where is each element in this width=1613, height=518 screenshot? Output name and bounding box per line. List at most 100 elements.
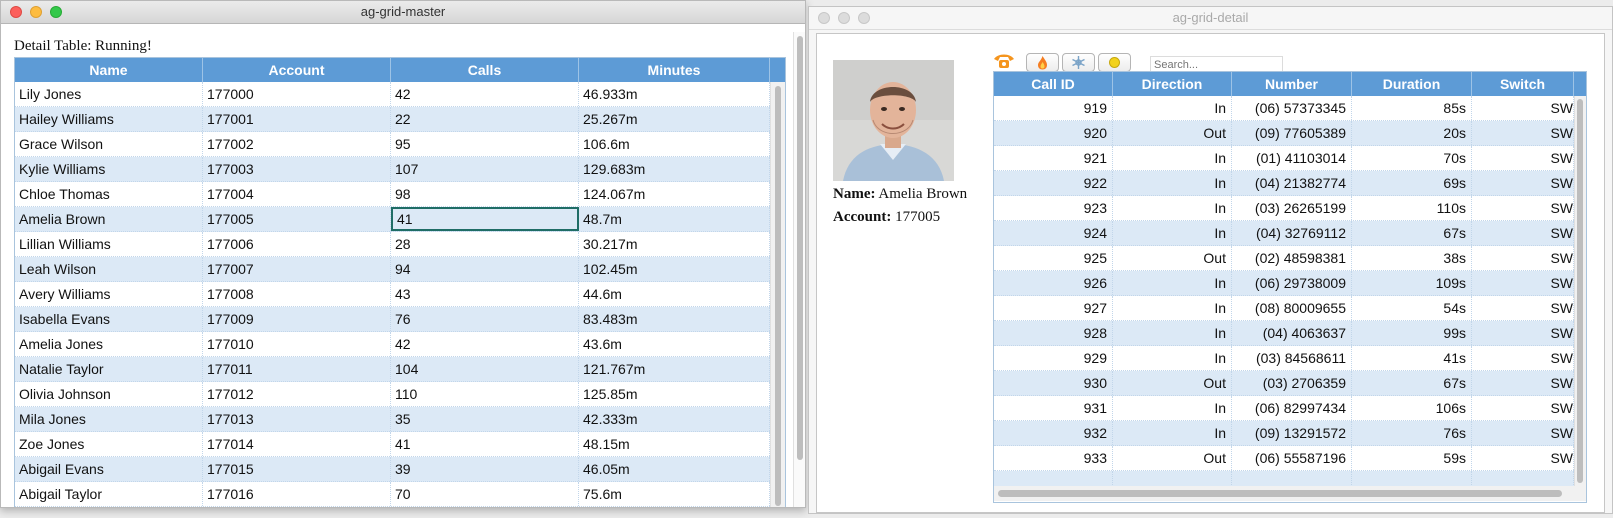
cell-direction[interactable]: In [1113,396,1232,420]
cell-duration[interactable]: 38s [1352,246,1472,270]
table-row[interactable]: 924 In (04) 32769112 67s SW [994,221,1574,246]
table-row[interactable]: 926 In (06) 29738009 109s SW [994,271,1574,296]
cell-direction[interactable]: In [1113,171,1232,195]
window-scrollbar-thumb[interactable] [797,36,803,460]
cell-calls[interactable]: 98 [391,182,579,206]
cell-name[interactable]: Abigail Evans [15,457,203,481]
cell-name[interactable]: Amelia Brown [15,207,203,231]
cell-id[interactable]: 933 [994,446,1113,470]
cell-calls[interactable]: 94 [391,257,579,281]
cell-direction[interactable]: In [1113,296,1232,320]
cell-calls[interactable]: 107 [391,157,579,181]
header-col-minutes[interactable]: Minutes [579,58,770,82]
cell-switch[interactable]: SW [1472,221,1574,245]
cell-account[interactable]: 177013 [203,407,391,431]
master-grid-scrollbar[interactable] [770,82,785,507]
cell-minutes[interactable]: 124.067m [579,182,770,206]
cell-number[interactable]: (06) 57373345 [1232,96,1352,120]
cell-account[interactable]: 177004 [203,182,391,206]
cell-name[interactable]: Zoe Jones [15,432,203,456]
cell-name[interactable]: Kylie Williams [15,157,203,181]
cell-duration[interactable]: 85s [1352,96,1472,120]
cell-account[interactable]: 177008 [203,282,391,306]
cell-switch[interactable]: SW [1472,246,1574,270]
cell-minutes[interactable]: 48.7m [579,207,770,231]
cell-direction[interactable]: In [1113,321,1232,345]
table-row[interactable]: 922 In (04) 21382774 69s SW [994,171,1574,196]
cell-direction[interactable]: Out [1113,121,1232,145]
cell-minutes[interactable]: 42.333m [579,407,770,431]
cell-calls[interactable]: 28 [391,232,579,256]
cell-minutes[interactable]: 129.683m [579,157,770,181]
cell-number[interactable]: (08) 80009655 [1232,296,1352,320]
cell-number[interactable]: (04) 32769112 [1232,221,1352,245]
cell-switch[interactable]: SW [1472,321,1574,345]
cell-minutes[interactable]: 125.85m [579,382,770,406]
cell-minutes[interactable]: 46.933m [579,82,770,106]
cell-account[interactable]: 177015 [203,457,391,481]
cell-minutes[interactable]: 106.6m [579,132,770,156]
cell-account[interactable]: 177012 [203,382,391,406]
cell-account[interactable]: 177007 [203,257,391,281]
table-row[interactable]: Amelia Jones 177010 42 43.6m [15,332,770,357]
cell-direction[interactable]: Out [1113,446,1232,470]
table-row[interactable]: Chloe Thomas 177004 98 124.067m [15,182,770,207]
cell-id[interactable]: 924 [994,221,1113,245]
table-row[interactable]: 919 In (06) 57373345 85s SW [994,96,1574,121]
cell-direction[interactable]: In [1113,346,1232,370]
cell-number[interactable]: (09) 13291572 [1232,421,1352,445]
cell-account[interactable]: 177011 [203,357,391,381]
sun-button[interactable] [1098,53,1131,72]
header-col-account[interactable]: Account [203,58,391,82]
cell-switch[interactable]: SW [1472,146,1574,170]
cell-number[interactable]: (04) 21382774 [1232,171,1352,195]
cell-duration[interactable]: 54s [1352,296,1472,320]
cell-id[interactable]: 932 [994,421,1113,445]
header-col-direction[interactable]: Direction [1113,72,1232,96]
cell-name[interactable]: Chloe Thomas [15,182,203,206]
cell-duration[interactable]: 99s [1352,321,1472,345]
cell-switch[interactable]: SW [1472,171,1574,195]
table-row[interactable]: 923 In (03) 26265199 110s SW [994,196,1574,221]
cell-duration[interactable]: 67s [1352,371,1472,395]
table-row[interactable]: Lily Jones 177000 42 46.933m [15,82,770,107]
cell-switch[interactable]: SW [1472,421,1574,445]
cell-id[interactable]: 923 [994,196,1113,220]
cell-calls[interactable]: 42 [391,332,579,356]
cell-calls[interactable]: 41 [391,207,579,231]
cell-minutes[interactable]: 48.15m [579,432,770,456]
cell-id[interactable]: 928 [994,321,1113,345]
table-row[interactable]: Mila Jones 177013 35 42.333m [15,407,770,432]
cell-account[interactable]: 177009 [203,307,391,331]
cell-minutes[interactable]: 44.6m [579,282,770,306]
detail-grid-scrollbar-thumb[interactable] [1577,99,1583,483]
table-row[interactable]: Abigail Taylor 177016 70 75.6m [15,482,770,507]
table-row[interactable]: Olivia Johnson 177012 110 125.85m [15,382,770,407]
cell-name[interactable]: Mila Jones [15,407,203,431]
cell-duration[interactable]: 109s [1352,271,1472,295]
cell-switch[interactable]: SW [1472,121,1574,145]
cell-switch[interactable]: SW [1472,371,1574,395]
cell-calls[interactable]: 35 [391,407,579,431]
cell-number[interactable]: (06) 29738009 [1232,271,1352,295]
cell-direction[interactable]: In [1113,96,1232,120]
cell-switch[interactable]: SW [1472,396,1574,420]
cell-duration[interactable]: 59s [1352,446,1472,470]
cell-name[interactable]: Isabella Evans [15,307,203,331]
cell-direction[interactable]: Out [1113,246,1232,270]
cell-switch[interactable]: SW [1472,446,1574,470]
detail-titlebar[interactable]: ag-grid-detail [809,7,1612,30]
cell-account[interactable]: 177003 [203,157,391,181]
cell-id[interactable]: 922 [994,171,1113,195]
cell-id[interactable]: 919 [994,96,1113,120]
table-row[interactable]: Amelia Brown 177005 41 48.7m [15,207,770,232]
window-scrollbar[interactable] [793,32,805,507]
header-col-call-id[interactable]: Call ID [994,72,1113,96]
cell-direction[interactable]: In [1113,146,1232,170]
cell-duration[interactable]: 110s [1352,196,1472,220]
cell-name[interactable]: Abigail Taylor [15,482,203,506]
cell-name[interactable]: Olivia Johnson [15,382,203,406]
cell-id[interactable]: 926 [994,271,1113,295]
detail-grid-hscrollbar[interactable] [994,486,1586,501]
table-row[interactable]: Kylie Williams 177003 107 129.683m [15,157,770,182]
